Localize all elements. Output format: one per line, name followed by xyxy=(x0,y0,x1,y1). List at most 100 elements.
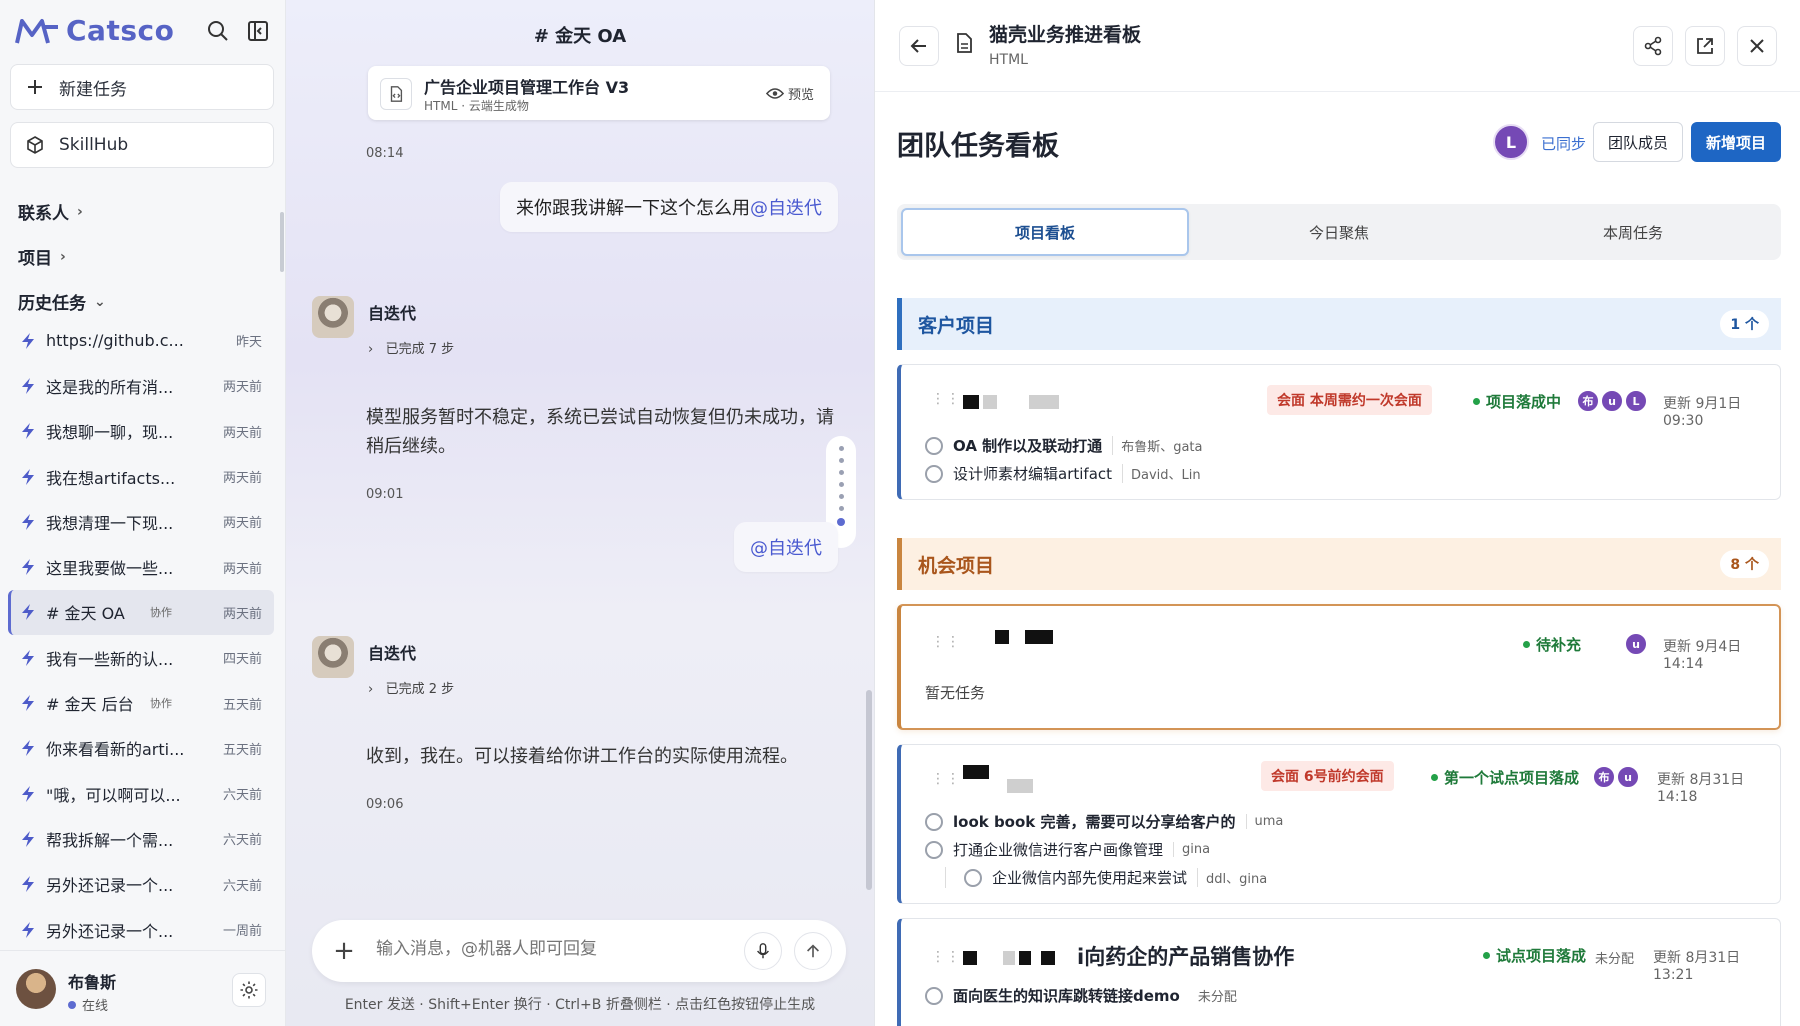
assignee-avatar[interactable]: L xyxy=(1625,390,1647,412)
projects-section[interactable]: 项目 › xyxy=(18,244,66,270)
task-title: OA 制作以及联动打通 xyxy=(953,437,1103,455)
artifact-card[interactable]: 广告企业项目管理工作台 V3 HTML · 云端生成物 预览 xyxy=(368,66,830,120)
board-title: 团队任务看板 xyxy=(897,131,1059,162)
arrow-left-icon xyxy=(910,39,926,53)
task-item[interactable]: look book 完善，需要可以分享给客户的 uma xyxy=(925,811,1283,832)
mic-button[interactable] xyxy=(744,932,782,970)
nav-dot-active[interactable] xyxy=(837,518,845,526)
history-item[interactable]: # 金天 后台 协作 五天前 xyxy=(8,680,274,725)
skillhub-button[interactable]: SkillHub xyxy=(10,122,274,168)
attach-plus-button[interactable]: + xyxy=(328,935,360,967)
nav-dot[interactable] xyxy=(838,506,844,511)
nav-dot[interactable] xyxy=(838,458,844,463)
task-item[interactable]: 打通企业微信进行客户画像管理 gina xyxy=(925,839,1210,860)
history-item[interactable]: "哦，可以啊可以... 六天前 xyxy=(8,771,274,816)
history-item-title: 我在想artifacts... xyxy=(46,468,176,488)
history-item[interactable]: 我在想artifacts... 两天前 xyxy=(8,454,274,499)
drag-handle-icon[interactable]: ⋮⋮ xyxy=(931,771,961,787)
section-client-projects[interactable]: 客户项目 1 个 xyxy=(897,298,1781,350)
task-item[interactable]: 设计师素材编辑artifact David、Lin xyxy=(925,463,1201,484)
back-button[interactable] xyxy=(899,26,939,66)
history-item-active[interactable]: # 金天 OA 协作 两天前 xyxy=(8,589,274,636)
sidebar-scrollbar[interactable] xyxy=(280,212,284,272)
assignee-avatar[interactable]: 布 xyxy=(1593,766,1615,788)
subtask-item[interactable]: 企业微信内部先使用起来尝试 ddl、gina xyxy=(945,867,1267,888)
history-item-title: 帮我拆解一个需... xyxy=(46,830,174,850)
chevron-right-icon: › xyxy=(77,203,83,220)
search-icon[interactable] xyxy=(206,19,230,43)
user-status-text: 在线 xyxy=(82,999,109,1014)
task-item[interactable]: OA 制作以及联动打通 布鲁斯、gata xyxy=(925,435,1202,456)
assignee-avatar[interactable]: u xyxy=(1625,633,1647,655)
app-logo[interactable]: Catsco xyxy=(14,14,174,47)
history-item[interactable]: 你来看看新的arti... 五天前 xyxy=(8,726,274,771)
assignee-avatar[interactable]: 布 xyxy=(1577,390,1599,412)
task-checkbox[interactable] xyxy=(925,812,943,831)
contacts-section[interactable]: 联系人 › xyxy=(18,199,83,225)
task-checkbox[interactable] xyxy=(925,840,943,859)
history-item[interactable]: 我有一些新的认... 四天前 xyxy=(8,635,274,680)
close-button[interactable] xyxy=(1737,26,1777,66)
preview-button[interactable]: 预览 xyxy=(765,84,814,103)
task-assignees: 未分配 xyxy=(1197,990,1237,1005)
tab-project-board[interactable]: 项目看板 xyxy=(901,208,1189,256)
steps-toggle[interactable]: › 已完成 2 步 xyxy=(368,678,454,697)
history-item[interactable]: 另外还记录一个... 一周前 xyxy=(8,907,274,952)
team-members-button[interactable]: 团队成员 xyxy=(1593,122,1683,162)
user-avatar-l[interactable]: L xyxy=(1493,124,1529,160)
chat-scrollbar[interactable] xyxy=(866,690,872,890)
open-external-button[interactable] xyxy=(1685,26,1725,66)
redacted-title xyxy=(1025,630,1053,644)
history-item[interactable]: 我想清理一下现... 两天前 xyxy=(8,499,274,544)
new-project-button[interactable]: 新增项目 xyxy=(1691,122,1781,162)
steps-toggle[interactable]: › 已完成 7 步 xyxy=(368,338,454,357)
project-card[interactable]: ⋮⋮ i向药企的产品销售协作 试点项目落成 未分配 更新 8月31日 13:21… xyxy=(897,918,1781,1026)
new-task-button[interactable]: 新建任务 xyxy=(10,64,274,110)
user-profile[interactable]: 布鲁斯 在线 xyxy=(0,950,286,1026)
bolt-icon xyxy=(22,876,34,893)
task-checkbox[interactable] xyxy=(925,436,943,455)
drag-handle-icon[interactable]: ⋮⋮ xyxy=(931,634,961,650)
history-section[interactable]: 历史任务 ⌄ xyxy=(18,289,106,315)
history-item[interactable]: 这里我要做一些... 两天前 xyxy=(8,544,274,589)
history-item-time: 两天前 xyxy=(222,425,262,441)
mention-link[interactable]: @自迭代 xyxy=(750,198,822,219)
project-card[interactable]: ⋮⋮ 待补充 u 更新 9月4日 14:14 暂无任务 xyxy=(897,604,1781,730)
assignee-avatar[interactable]: u xyxy=(1617,766,1639,788)
assignee-avatar[interactable]: u xyxy=(1601,390,1623,412)
mention-link[interactable]: @自迭代 xyxy=(750,538,822,559)
nav-dot[interactable] xyxy=(838,482,844,487)
nav-dot[interactable] xyxy=(838,494,844,499)
tab-today-focus[interactable]: 今日聚焦 xyxy=(1195,208,1483,256)
project-card[interactable]: ⋮⋮ 会面 6号前约会面 第一个试点项目落成 布 u 更新 8月31日 14:1… xyxy=(897,744,1781,904)
task-checkbox[interactable] xyxy=(925,986,943,1005)
bolt-icon xyxy=(22,377,34,394)
tab-weekly-tasks[interactable]: 本周任务 xyxy=(1489,208,1777,256)
share-button[interactable] xyxy=(1633,26,1673,66)
section-label: 机会项目 xyxy=(918,554,995,577)
send-button[interactable] xyxy=(794,932,832,970)
drag-handle-icon[interactable]: ⋮⋮ xyxy=(931,949,961,965)
history-item-time: 两天前 xyxy=(222,561,262,577)
task-item[interactable]: 面向医生的知识库跳转链接demo 未分配 xyxy=(925,985,1237,1006)
drag-handle-icon[interactable]: ⋮⋮ xyxy=(931,391,961,407)
message-input[interactable] xyxy=(376,939,716,959)
task-title: 企业微信内部先使用起来尝试 xyxy=(992,869,1188,887)
settings-button[interactable] xyxy=(232,973,266,1007)
history-item[interactable]: https://github.c... 昨天 xyxy=(8,318,274,363)
project-card[interactable]: ⋮⋮ 会面 本周需约一次会面 项目落成中 布 u L 更新 9月1日 09:30… xyxy=(897,364,1781,500)
history-item[interactable]: 我想聊一聊，现... 两天前 xyxy=(8,409,274,454)
redacted-title xyxy=(983,395,997,409)
task-checkbox[interactable] xyxy=(925,464,943,483)
nav-dot[interactable] xyxy=(838,470,844,475)
history-item[interactable]: 另外还记录一个... 六天前 xyxy=(8,862,274,907)
section-opportunity-projects[interactable]: 机会项目 8 个 xyxy=(897,538,1781,590)
collapse-sidebar-icon[interactable] xyxy=(246,19,270,43)
task-checkbox[interactable] xyxy=(964,868,982,887)
bolt-icon xyxy=(22,921,34,938)
user-name: 布鲁斯 xyxy=(68,973,117,992)
nav-dot[interactable] xyxy=(838,446,844,451)
history-item[interactable]: 这是我的所有消... 两天前 xyxy=(8,363,274,408)
history-item[interactable]: 帮我拆解一个需... 六天前 xyxy=(8,816,274,861)
meeting-tag: 会面 本周需约一次会面 xyxy=(1267,385,1432,415)
